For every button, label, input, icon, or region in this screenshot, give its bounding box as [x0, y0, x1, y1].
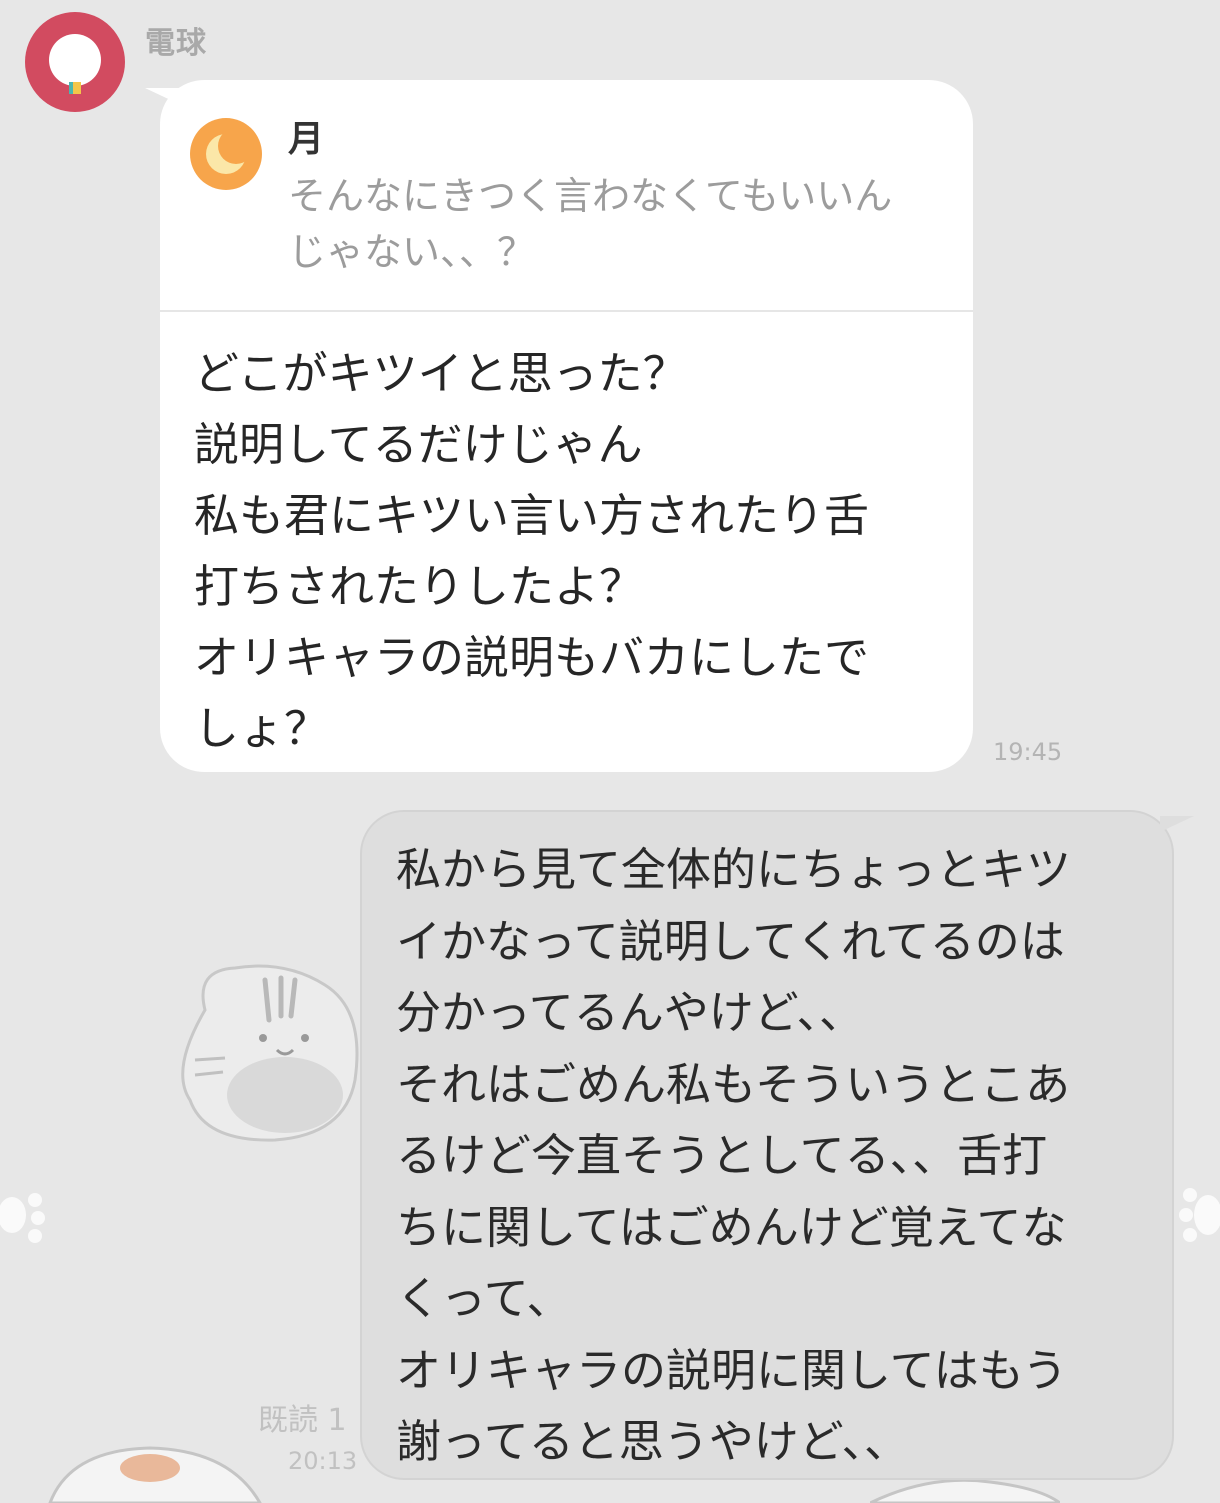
incoming-message-text: どこがキツイと思った？ 説明してるだけじゃん 私も君にキツい言い方されたり舌 打… [194, 347, 870, 755]
quote-text: そんなにきつく言わなくてもいいん じゃない、、？ [288, 174, 893, 274]
lightbulb-icon [49, 34, 101, 94]
read-receipt: 既読 1 [258, 1403, 347, 1438]
crescent-moon-icon [206, 128, 254, 174]
paw-print-right [1179, 1188, 1220, 1242]
paw-print-left [0, 1193, 45, 1243]
cat-sticker-background [181, 964, 359, 1142]
sender-avatar[interactable] [25, 12, 125, 112]
sender-name: 電球 [145, 26, 207, 61]
bubble-tail-outgoing [1160, 816, 1194, 832]
cat-sticker-bottom [48, 1446, 262, 1503]
incoming-message-bubble[interactable]: 月 そんなにきつく言わなくてもいいん じゃない、、？ どこがキツイと思った？ 説… [160, 80, 973, 772]
incoming-timestamp: 19:45 [993, 738, 1063, 766]
outgoing-message-bubble[interactable]: 私から見て全体的にちょっとキツ イかなって説明してくれてるのは 分かってるんやけ… [360, 810, 1174, 1480]
outgoing-timestamp: 20:13 [288, 1447, 358, 1475]
quote-avatar [190, 118, 262, 190]
outgoing-message-text: 私から見て全体的にちょっとキツ イかなって説明してくれてるのは 分かってるんやけ… [396, 843, 1072, 1468]
quote-sender-name: 月 [288, 119, 325, 160]
reply-quote[interactable]: 月 そんなにきつく言わなくてもいいん じゃない、、？ [160, 80, 973, 312]
